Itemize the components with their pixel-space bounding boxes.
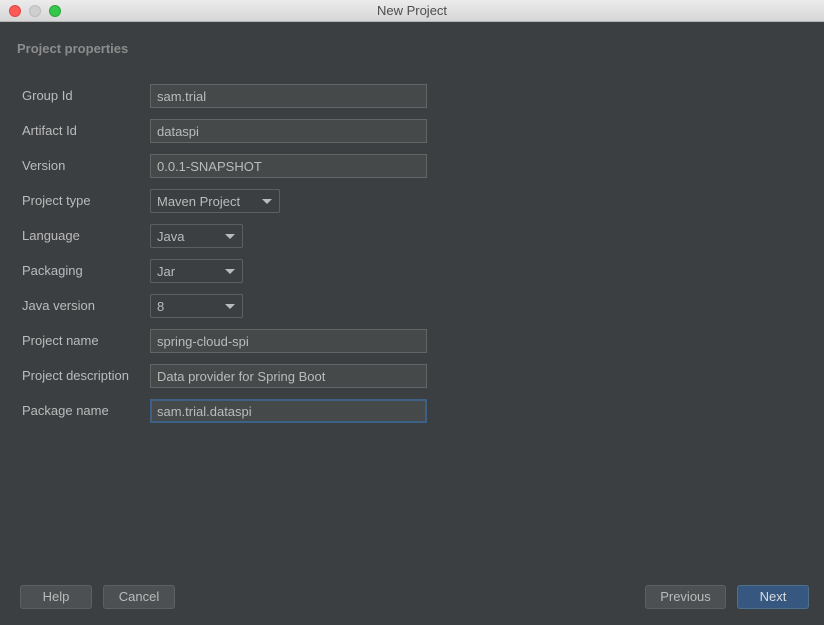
java-version-select[interactable]: 8 [150,294,243,318]
title-bar: New Project [0,0,824,22]
chevron-down-icon [225,304,235,309]
package-name-label: Package name [22,403,109,418]
previous-button[interactable]: Previous [645,585,726,609]
window-title: New Project [376,3,448,18]
project-type-select[interactable]: Maven Project [150,189,280,213]
group-id-field[interactable]: sam.trial [150,84,427,108]
language-row: Language Java [0,224,824,248]
chevron-down-icon [262,199,272,204]
language-select[interactable]: Java [150,224,243,248]
artifact-id-label: Artifact Id [22,123,77,138]
group-id-row: Group Id sam.trial [0,84,824,108]
language-value: Java [157,229,185,244]
packaging-select[interactable]: Jar [150,259,243,283]
project-description-field[interactable]: Data provider for Spring Boot [150,364,427,388]
chevron-down-icon [225,234,235,239]
package-name-row: Package name sam.trial.dataspi [0,399,824,423]
help-button[interactable]: Help [20,585,92,609]
packaging-value: Jar [157,264,176,279]
project-type-row: Project type Maven Project [0,189,824,213]
chevron-down-icon [225,269,235,274]
java-version-label: Java version [22,298,95,313]
project-name-row: Project name spring-cloud-spi [0,329,824,353]
version-field[interactable]: 0.0.1-SNAPSHOT [150,154,427,178]
package-name-field[interactable]: sam.trial.dataspi [150,399,427,423]
project-description-label: Project description [22,368,129,383]
next-button[interactable]: Next [737,585,809,609]
artifact-id-field[interactable]: dataspi [150,119,427,143]
project-type-value: Maven Project [157,194,241,209]
section-title: Project properties [17,41,129,56]
packaging-label: Packaging [22,263,83,278]
new-project-dialog: New Project Project properties Group Id … [0,0,824,625]
project-name-field[interactable]: spring-cloud-spi [150,329,427,353]
artifact-id-row: Artifact Id dataspi [0,119,824,143]
version-label: Version [22,158,66,173]
cancel-button[interactable]: Cancel [103,585,175,609]
project-type-label: Project type [22,193,91,208]
packaging-row: Packaging Jar [0,259,824,283]
group-id-label: Group Id [22,88,73,103]
version-row: Version 0.0.1-SNAPSHOT [0,154,824,178]
java-version-row: Java version 8 [0,294,824,318]
language-label: Language [22,228,80,243]
project-description-row: Project description Data provider for Sp… [0,364,824,388]
project-name-label: Project name [22,333,99,348]
java-version-value: 8 [157,299,165,314]
